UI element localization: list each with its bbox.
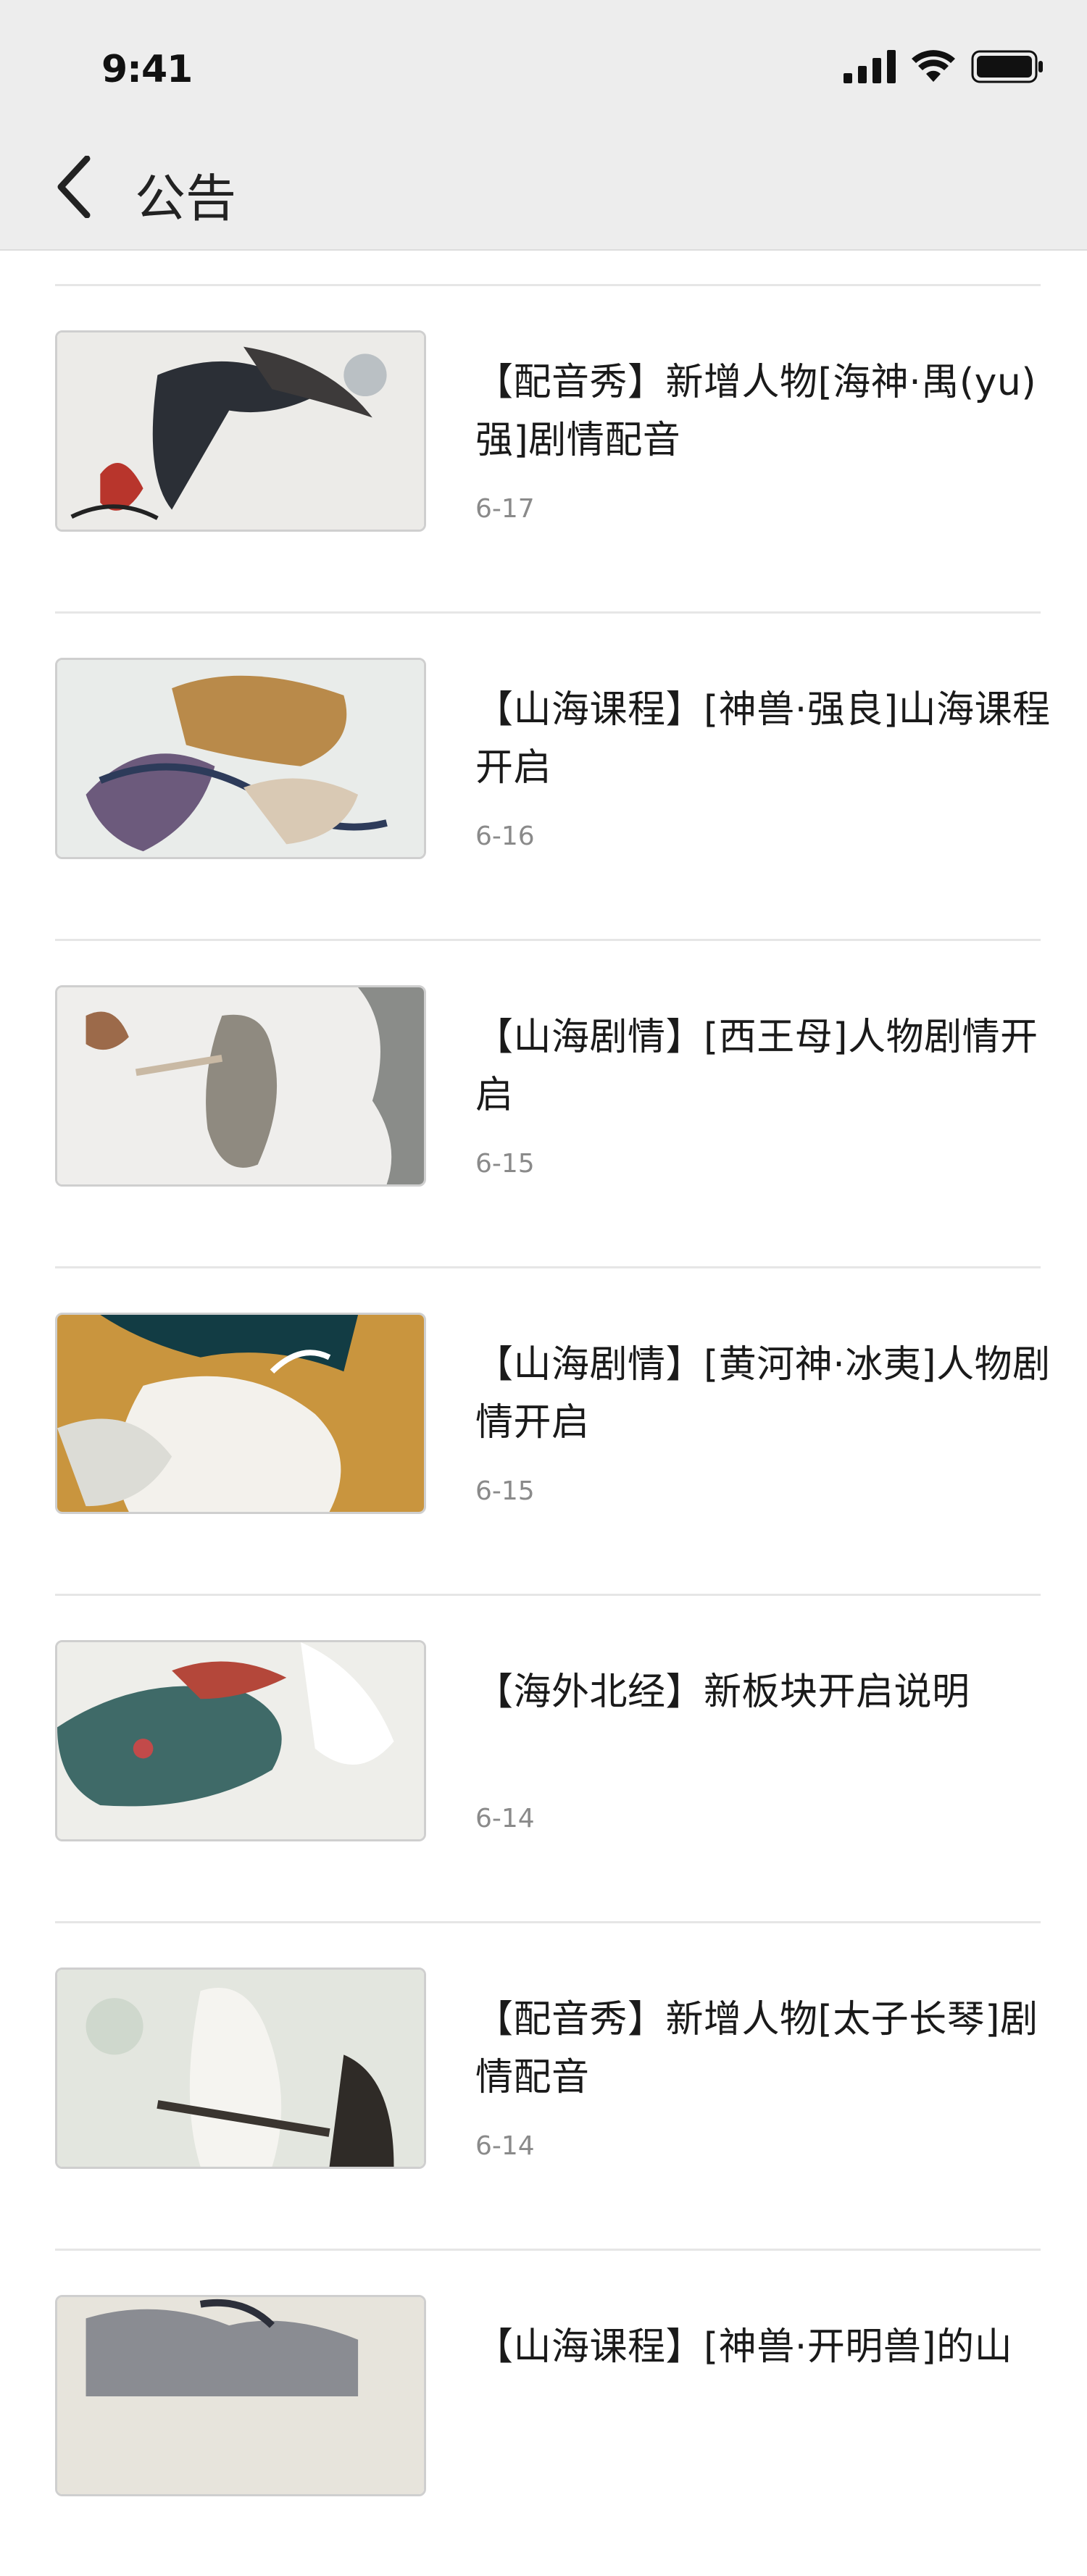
status-time: 9:41 bbox=[101, 48, 193, 91]
back-button[interactable] bbox=[48, 152, 99, 225]
announcement-title: 【配音秀】新增人物[海神·禺(yu)强]剧情配音 bbox=[475, 361, 1037, 462]
announcement-item[interactable]: 【配音秀】新增人物[太子长琴]剧情配音 6-14 bbox=[0, 1921, 1087, 2249]
announcement-title: 【配音秀】新增人物[太子长琴]剧情配音 bbox=[475, 1998, 1038, 2099]
announcement-date: 6-15 bbox=[475, 1149, 535, 1179]
announcement-date: 6-17 bbox=[475, 494, 535, 524]
status-icons bbox=[844, 46, 1044, 90]
list-divider bbox=[55, 2249, 1041, 2251]
announcement-title: 【山海课程】[神兽·强良]山海课程开启 bbox=[475, 688, 1051, 790]
announcement-item[interactable]: 【海外北经】新板块开启说明 6-14 bbox=[0, 1594, 1087, 1921]
announcement-date: 6-14 bbox=[475, 2131, 535, 2161]
list-divider bbox=[55, 611, 1041, 614]
page-title: 公告 bbox=[135, 169, 236, 228]
battery-icon bbox=[971, 50, 1044, 86]
list-divider bbox=[55, 1266, 1041, 1268]
announcement-item[interactable]: 【山海课程】[神兽·开明兽]的山 bbox=[0, 2249, 1087, 2576]
list-divider bbox=[55, 1921, 1041, 1923]
announcement-thumbnail bbox=[55, 658, 426, 859]
top-bar: 9:41 公告 bbox=[0, 0, 1087, 251]
announcement-title: 【山海剧情】[西王母]人物剧情开启 bbox=[475, 1016, 1038, 1117]
announcement-thumbnail bbox=[55, 985, 426, 1187]
announcement-item[interactable]: 【山海剧情】[西王母]人物剧情开启 6-15 bbox=[0, 939, 1087, 1266]
announcement-thumbnail bbox=[55, 1967, 426, 2169]
announcement-thumbnail bbox=[55, 330, 426, 532]
announcement-item[interactable]: 【配音秀】新增人物[海神·禺(yu)强]剧情配音 6-17 bbox=[0, 284, 1087, 611]
announcement-date: 6-16 bbox=[475, 821, 535, 851]
list-divider bbox=[55, 284, 1041, 286]
list-divider bbox=[55, 1594, 1041, 1596]
announcement-title: 【山海剧情】[黄河神·冰夷]人物剧情开启 bbox=[475, 1343, 1051, 1444]
announcement-title: 【海外北经】新板块开启说明 bbox=[475, 1670, 970, 1714]
wifi-icon bbox=[912, 50, 955, 86]
announcement-date: 6-15 bbox=[475, 1476, 535, 1506]
announcement-thumbnail bbox=[55, 1313, 426, 1514]
announcement-list: 【配音秀】新增人物[海神·禺(yu)强]剧情配音 6-17 【山海课程】[神兽·… bbox=[0, 284, 1087, 2576]
signal-icon bbox=[844, 50, 896, 86]
announcement-item[interactable]: 【山海剧情】[黄河神·冰夷]人物剧情开启 6-15 bbox=[0, 1266, 1087, 1594]
chevron-left-icon bbox=[55, 155, 91, 221]
list-divider bbox=[55, 939, 1041, 941]
announcement-thumbnail bbox=[55, 2295, 426, 2496]
announcement-item[interactable]: 【山海课程】[神兽·强良]山海课程开启 6-16 bbox=[0, 611, 1087, 939]
announcement-date: 6-14 bbox=[475, 1804, 535, 1833]
announcement-thumbnail bbox=[55, 1640, 426, 1841]
announcement-title: 【山海课程】[神兽·开明兽]的山 bbox=[475, 2325, 1013, 2369]
